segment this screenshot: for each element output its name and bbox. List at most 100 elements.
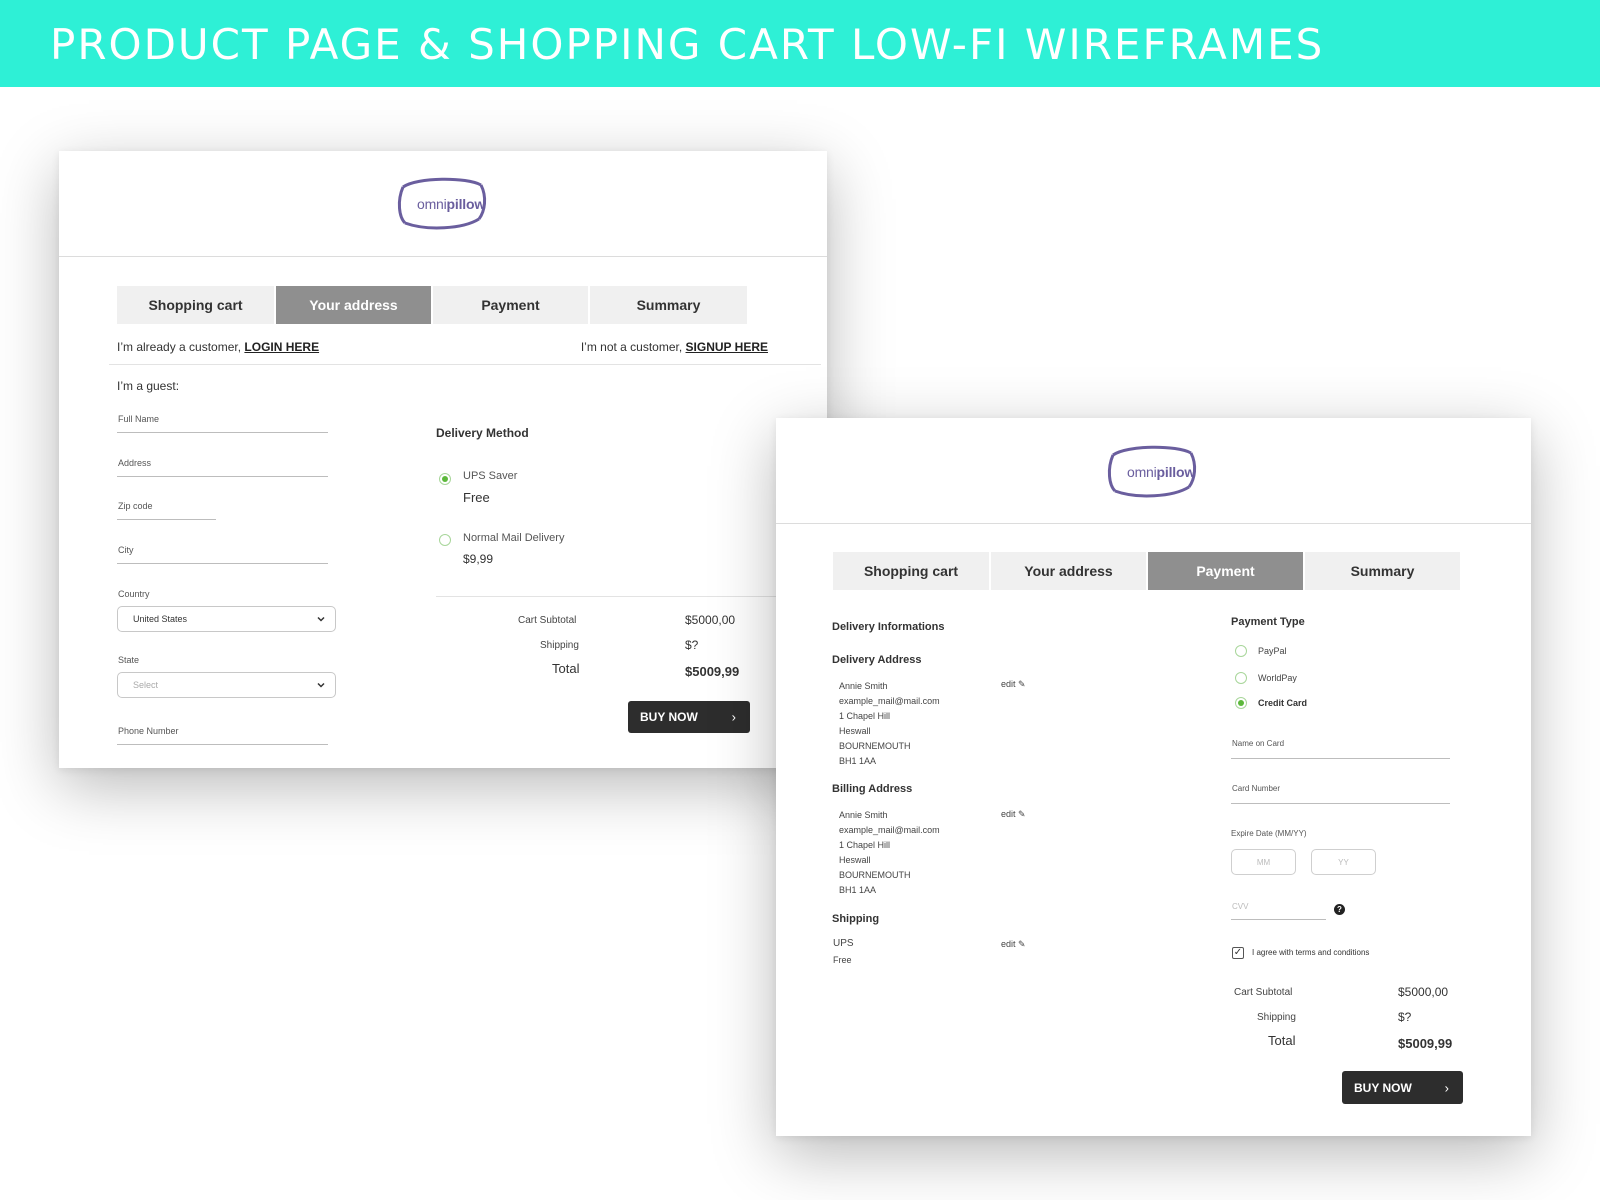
logo-text: omnipillow bbox=[1127, 464, 1195, 480]
tab-your-address[interactable]: Your address bbox=[276, 286, 433, 324]
zip-label: Zip code bbox=[118, 501, 153, 511]
expire-date-label: Expire Date (MM/YY) bbox=[1231, 829, 1307, 838]
edit-label: edit bbox=[1001, 939, 1016, 949]
help-icon[interactable]: ? bbox=[1334, 904, 1345, 915]
tab-your-address[interactable]: Your address bbox=[991, 552, 1148, 590]
card-number-label: Card Number bbox=[1232, 784, 1281, 793]
shipping-price: Free bbox=[833, 955, 852, 965]
city-label: City bbox=[118, 545, 134, 555]
state-select[interactable]: Select bbox=[117, 672, 336, 698]
credit-card-label: Credit Card bbox=[1258, 698, 1308, 708]
cvv-field[interactable] bbox=[1231, 919, 1326, 920]
edit-label: edit bbox=[1001, 809, 1016, 819]
signup-prompt: I’m not a customer, SIGNUP HERE bbox=[581, 340, 768, 354]
logo-text-light: omni bbox=[1127, 464, 1157, 480]
billing-street: 1 Chapel Hill bbox=[839, 840, 891, 850]
state-placeholder: Select bbox=[133, 680, 159, 690]
shipping-label: Shipping bbox=[1257, 1012, 1296, 1023]
delivery-name: Annie Smith bbox=[839, 681, 888, 691]
delivery-city: BOURNEMOUTH bbox=[839, 741, 911, 751]
banner: PRODUCT PAGE & SHOPPING CART LOW-FI WIRE… bbox=[0, 0, 1600, 87]
address-field[interactable] bbox=[117, 476, 328, 477]
signup-link[interactable]: SIGNUP HERE bbox=[686, 340, 768, 354]
ups-saver-radio[interactable] bbox=[439, 473, 451, 485]
billing-town: Heswall bbox=[839, 855, 871, 865]
paypal-radio[interactable] bbox=[1235, 645, 1247, 657]
normal-mail-label: Normal Mail Delivery bbox=[463, 532, 565, 544]
divider bbox=[436, 596, 821, 597]
shipping-value: $? bbox=[685, 638, 699, 652]
worldpay-label: WorldPay bbox=[1258, 673, 1297, 683]
credit-card-radio[interactable] bbox=[1235, 697, 1247, 709]
billing-name: Annie Smith bbox=[839, 810, 888, 820]
tab-summary[interactable]: Summary bbox=[1305, 552, 1460, 590]
tab-shopping-cart[interactable]: Shopping cart bbox=[117, 286, 276, 324]
tab-summary[interactable]: Summary bbox=[590, 286, 747, 324]
chevron-right-icon: › bbox=[731, 709, 736, 725]
delivery-postcode: BH1 1AA bbox=[839, 756, 877, 766]
shipping-method: UPS bbox=[833, 938, 854, 949]
buy-now-label: BUY NOW bbox=[1354, 1080, 1412, 1095]
phone-field[interactable] bbox=[117, 744, 328, 745]
chevron-down-icon bbox=[317, 682, 325, 688]
omnipillow-logo[interactable]: omnipillow bbox=[397, 175, 489, 231]
subtotal-value: $5000,00 bbox=[685, 613, 736, 627]
buy-now-button[interactable]: BUY NOW › bbox=[628, 701, 750, 733]
cvv-placeholder: CVV bbox=[1232, 902, 1249, 911]
delivery-info-title: Delivery Informations bbox=[832, 621, 945, 633]
omnipillow-logo[interactable]: omnipillow bbox=[1107, 443, 1199, 499]
edit-billing-address[interactable]: edit ✎ bbox=[1001, 809, 1026, 820]
pencil-icon: ✎ bbox=[1018, 939, 1026, 949]
terms-label: I agree with terms and conditions bbox=[1252, 948, 1370, 957]
buy-now-button[interactable]: BUY NOW › bbox=[1342, 1071, 1463, 1104]
full-name-field[interactable] bbox=[117, 432, 328, 433]
pencil-icon: ✎ bbox=[1018, 679, 1026, 689]
checkout-tabs: Shopping cart Your address Payment Summa… bbox=[833, 552, 1460, 590]
normal-mail-price: $9,99 bbox=[463, 552, 494, 566]
state-label: State bbox=[118, 655, 140, 665]
edit-shipping[interactable]: edit ✎ bbox=[1001, 939, 1026, 950]
shipping-label: Shipping bbox=[540, 640, 579, 651]
total-value: $5009,99 bbox=[1398, 1036, 1453, 1051]
header: omnipillow bbox=[776, 418, 1531, 524]
subtotal-label: Cart Subtotal bbox=[518, 615, 577, 626]
expire-month-input[interactable]: MM bbox=[1231, 849, 1296, 875]
worldpay-radio[interactable] bbox=[1235, 672, 1247, 684]
billing-address-title: Billing Address bbox=[832, 783, 913, 795]
expire-year-input[interactable]: YY bbox=[1311, 849, 1376, 875]
total-value: $5009,99 bbox=[685, 664, 740, 679]
subtotal-value: $5000,00 bbox=[1398, 985, 1449, 999]
name-on-card-field[interactable] bbox=[1231, 758, 1450, 759]
login-prompt: I’m already a customer, LOGIN HERE bbox=[117, 340, 319, 354]
billing-postcode: BH1 1AA bbox=[839, 885, 877, 895]
zip-field[interactable] bbox=[117, 519, 216, 520]
total-label: Total bbox=[1268, 1033, 1296, 1048]
country-label: Country bbox=[118, 589, 150, 599]
edit-label: edit bbox=[1001, 679, 1016, 689]
tab-payment[interactable]: Payment bbox=[1148, 552, 1305, 590]
pencil-icon: ✎ bbox=[1018, 809, 1026, 819]
country-select[interactable]: United States bbox=[117, 606, 336, 632]
tab-shopping-cart[interactable]: Shopping cart bbox=[833, 552, 991, 590]
login-link[interactable]: LOGIN HERE bbox=[244, 340, 319, 354]
country-value: United States bbox=[133, 614, 188, 624]
address-screen: omnipillow Shopping cart Your address Pa… bbox=[59, 151, 827, 768]
payment-screen: omnipillow Shopping cart Your address Pa… bbox=[776, 418, 1531, 1136]
tab-payment[interactable]: Payment bbox=[433, 286, 590, 324]
subtotal-label: Cart Subtotal bbox=[1234, 987, 1293, 998]
header: omnipillow bbox=[59, 151, 827, 257]
normal-mail-radio[interactable] bbox=[439, 534, 451, 546]
paypal-label: PayPal bbox=[1258, 646, 1287, 656]
logo-text: omnipillow bbox=[417, 196, 485, 212]
edit-delivery-address[interactable]: edit ✎ bbox=[1001, 679, 1026, 690]
city-field[interactable] bbox=[117, 563, 328, 564]
card-number-field[interactable] bbox=[1231, 803, 1450, 804]
name-on-card-label: Name on Card bbox=[1232, 739, 1285, 748]
terms-checkbox[interactable]: ✓ bbox=[1232, 947, 1244, 959]
logo-text-light: omni bbox=[417, 196, 447, 212]
signup-prefix: I’m not a customer, bbox=[580, 340, 683, 354]
billing-email: example_mail@mail.com bbox=[839, 825, 940, 835]
address-label: Address bbox=[118, 458, 152, 468]
logo-text-bold: pillow bbox=[446, 196, 486, 212]
guest-label: I’m a guest: bbox=[117, 379, 180, 393]
